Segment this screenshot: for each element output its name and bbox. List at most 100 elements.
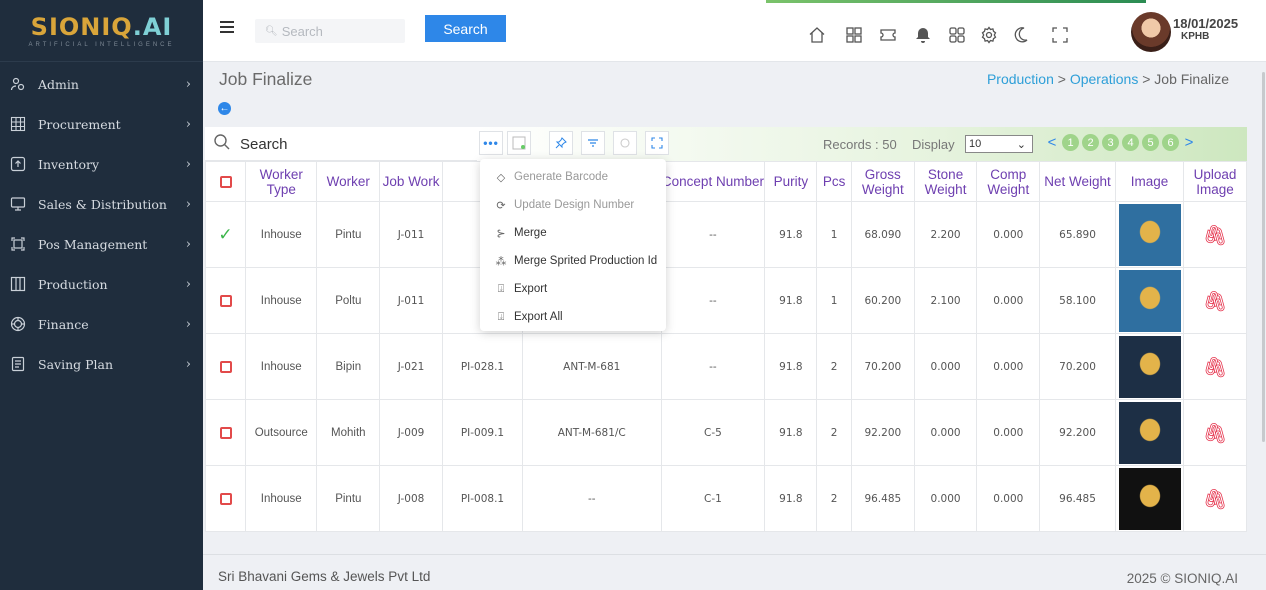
sidebar-item-saving-plan[interactable]: Saving Plan › [0, 344, 203, 384]
filter-icon[interactable] [581, 131, 605, 155]
pin-icon[interactable] [549, 131, 573, 155]
table-row[interactable]: InhousePoltuJ-011P--91.8160.2002.1000.00… [204, 267, 1247, 334]
menu-item-merge[interactable]: ⊱ Merge [480, 219, 666, 247]
brand-logo[interactable]: SIONIQ.AI ARTIFICIAL INTELLIGENCE [0, 0, 203, 62]
chevron-right-icon: › [185, 116, 191, 132]
ticket-icon[interactable] [879, 26, 897, 44]
sidebar-item-finance[interactable]: Finance › [0, 304, 203, 344]
col-pcs[interactable]: Pcs [816, 161, 852, 202]
col-comp-weight[interactable]: Comp Weight [976, 161, 1041, 202]
col-stone-weight[interactable]: Stone Weight [913, 161, 978, 202]
necklace-image[interactable] [1118, 335, 1181, 398]
paperclip-icon[interactable]: 🖇︎ [1202, 289, 1227, 313]
page-button[interactable]: 6 [1162, 134, 1179, 151]
necklace-image[interactable] [1118, 203, 1181, 266]
search-input[interactable]: 🔍︎ Search [255, 19, 405, 43]
necklace-image[interactable] [1118, 467, 1181, 530]
col-concept-number[interactable]: Concept Number [660, 161, 766, 202]
comp-weight-cell: 0.000 [976, 399, 1041, 466]
select-all-checkbox[interactable] [219, 176, 232, 189]
row-checkbox[interactable] [219, 360, 232, 373]
purity-cell: 91.8 [764, 399, 818, 466]
menu-item-export[interactable]: ⍗ Export [480, 275, 666, 303]
row-checkbox[interactable] [219, 492, 232, 505]
net-weight-cell: 70.200 [1039, 333, 1116, 400]
apps-icon[interactable] [845, 26, 863, 44]
production-id-cell: PI-028.1 [441, 333, 524, 400]
display-select[interactable]: 10 ⌄ [965, 135, 1033, 153]
top-accent-line [766, 0, 1146, 3]
table-search-input[interactable]: Search [213, 133, 288, 156]
sidebar-item-production[interactable]: Production › [0, 264, 203, 304]
table-row[interactable]: Inhouse Pintu J-008 PI-008.1 -- C-1 91.8 2 96.48… [204, 465, 1247, 532]
grid-icon [10, 116, 26, 132]
page-button[interactable]: 4 [1122, 134, 1139, 151]
export-icon: ⍗ [497, 282, 505, 295]
more-actions-button[interactable]: ••• [479, 131, 503, 155]
menu-item-generate-barcode[interactable]: ◇ Generate Barcode [480, 163, 666, 191]
sidebar-item-sales-distribution[interactable]: Sales & Distribution › [0, 184, 203, 224]
page-button[interactable]: 3 [1102, 134, 1119, 151]
table-row[interactable]: ✓InhousePintuJ-011P--91.8168.0902.2000.0… [204, 201, 1247, 268]
page-button[interactable]: 2 [1082, 134, 1099, 151]
upload-box-icon [10, 156, 26, 172]
job-work-cell: J-011 [379, 267, 443, 334]
gross-weight-cell: 68.090 [850, 201, 915, 268]
expand-icon[interactable] [645, 131, 669, 155]
pcs-cell: 2 [816, 333, 852, 400]
breadcrumb-operations[interactable]: Operations [1070, 71, 1138, 87]
barcode-icon[interactable] [507, 131, 531, 155]
coin-icon [10, 316, 26, 332]
refresh-icon[interactable] [613, 131, 637, 155]
worker-type-cell: Outsource [245, 399, 318, 466]
col-net-weight[interactable]: Net Weight [1039, 161, 1116, 202]
next-page-button[interactable]: > [1182, 134, 1196, 151]
menu-toggle-icon[interactable] [220, 21, 234, 33]
row-checkbox[interactable] [219, 426, 232, 439]
paperclip-icon[interactable]: 🖇︎ [1202, 487, 1227, 511]
sidebar-item-admin[interactable]: Admin › [0, 64, 203, 104]
settings-icon[interactable] [980, 26, 998, 44]
paperclip-icon[interactable]: 🖇︎ [1202, 223, 1227, 247]
col-job-work[interactable]: Job Work [379, 161, 443, 202]
table-row[interactable]: Outsource Mohith J-009 PI-009.1 ANT-M-681/C C… [204, 399, 1247, 466]
avatar[interactable] [1131, 12, 1171, 52]
search-button[interactable]: Search [425, 15, 506, 42]
home-icon[interactable] [808, 26, 826, 44]
row-checkbox[interactable] [219, 294, 232, 307]
sidebar-item-pos-management[interactable]: Pos Management › [0, 224, 203, 264]
page-button[interactable]: 5 [1142, 134, 1159, 151]
bell-icon[interactable] [914, 26, 932, 44]
necklace-image[interactable] [1118, 401, 1181, 464]
row-select-cell [204, 333, 247, 400]
menu-item-update-design-number[interactable]: ⟳ Update Design Number [480, 191, 666, 219]
menu-item-export-all[interactable]: ⍗ Export All [480, 303, 666, 331]
table-row[interactable]: Inhouse Bipin J-021 PI-028.1 ANT-M-681 -- 91.8… [204, 333, 1247, 400]
breadcrumb-production[interactable]: Production [987, 71, 1054, 87]
col-upload-image: Upload Image [1183, 161, 1247, 202]
page-scrollbar[interactable] [1262, 72, 1265, 442]
col-gross-weight[interactable]: Gross Weight [850, 161, 915, 202]
row-checkbox[interactable]: ✓ [218, 226, 234, 243]
table-toolbar: Search ••• Records : 50 Display 10 ⌄ < 1 … [205, 127, 1247, 161]
sidebar-item-procurement[interactable]: Procurement › [0, 104, 203, 144]
menu-item-merge-sprited-production-id[interactable]: ⁂ Merge Sprited Production Id [480, 247, 666, 275]
paperclip-icon[interactable]: 🖇︎ [1202, 421, 1227, 445]
moon-icon[interactable] [1014, 26, 1032, 44]
prev-page-button[interactable]: < [1045, 134, 1059, 151]
gross-weight-cell: 70.200 [850, 333, 915, 400]
row-select-cell [204, 465, 247, 532]
page-button[interactable]: 1 [1062, 134, 1079, 151]
worker-cell: Poltu [316, 267, 381, 334]
paperclip-icon[interactable]: 🖇︎ [1202, 355, 1227, 379]
sidebar-item-inventory[interactable]: Inventory › [0, 144, 203, 184]
col-purity[interactable]: Purity [764, 161, 818, 202]
col-worker[interactable]: Worker [316, 161, 381, 202]
col-worker-type[interactable]: Worker Type [245, 161, 318, 202]
breadcrumb: Production > Operations > Job Finalize [986, 71, 1229, 87]
fullscreen-icon[interactable] [1051, 26, 1069, 44]
chevron-right-icon: › [185, 76, 191, 92]
necklace-image[interactable] [1118, 269, 1181, 332]
back-arrow-icon[interactable]: ← [218, 102, 231, 115]
grid-icon[interactable] [948, 26, 966, 44]
